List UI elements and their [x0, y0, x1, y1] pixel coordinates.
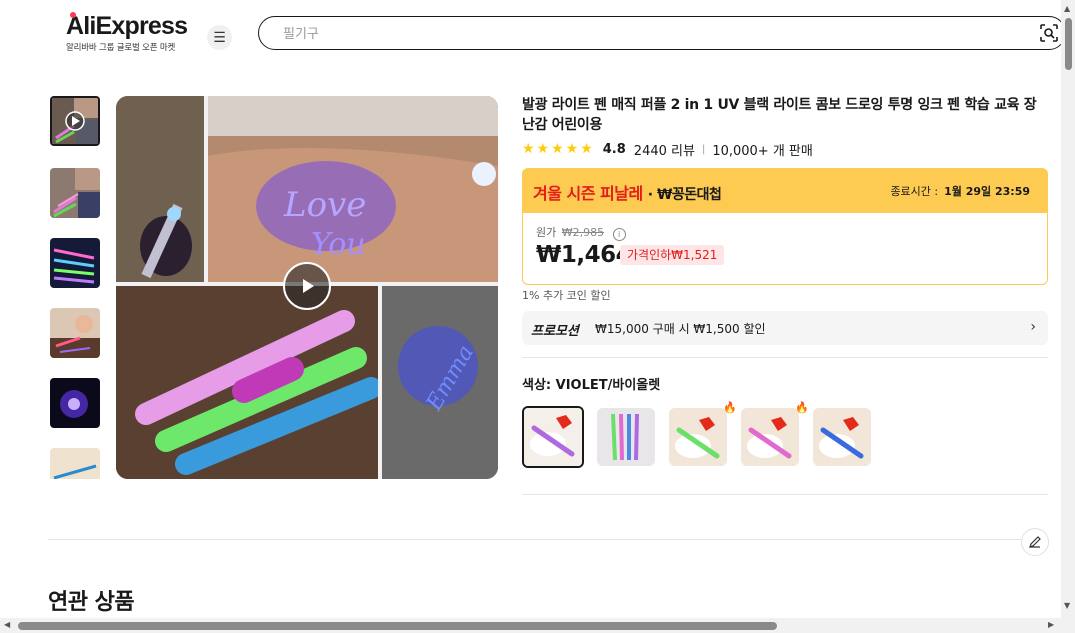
- star-rating: ★★★★★: [522, 141, 595, 157]
- you-text: You: [311, 227, 366, 262]
- color-swatch-set[interactable]: [597, 408, 655, 466]
- pencil-icon: [1029, 536, 1041, 548]
- love-text: Love: [283, 185, 366, 225]
- thumbnail-5[interactable]: [50, 378, 100, 428]
- price-box: 원가 ₩2,985 i ₩1,464 가격인하₩1,521: [522, 213, 1048, 285]
- color-swatch-blue[interactable]: [813, 408, 871, 466]
- related-products-title: 연관 상품: [48, 590, 135, 615]
- original-price: ₩2,985: [561, 226, 605, 239]
- vertical-scrollbar[interactable]: ▲ ▼: [1061, 0, 1075, 633]
- sale-subtitle: · ₩꽁돈대첩: [647, 187, 722, 203]
- logo-dot: [70, 12, 76, 18]
- thumbnail-video[interactable]: [50, 96, 100, 146]
- sale-title: 겨울 시즌 피날레: [533, 184, 643, 203]
- thumbnail-3[interactable]: [50, 238, 100, 288]
- video-play-button[interactable]: [283, 262, 331, 310]
- menu-button[interactable]: ☰: [207, 25, 232, 50]
- sale-banner: 겨울 시즌 피날레 · ₩꽁돈대첩 종료시간 : 1월 29일 23:59: [522, 168, 1048, 213]
- review-count[interactable]: 2440 리뷰: [634, 140, 695, 159]
- rating-score: 4.8: [602, 141, 626, 157]
- scroll-left-icon[interactable]: ◀: [4, 620, 10, 629]
- image-search-icon[interactable]: [1039, 23, 1059, 43]
- info-icon[interactable]: i: [612, 228, 626, 241]
- play-icon: [303, 279, 314, 293]
- rating-row: ★★★★★ 4.8 2440 리뷰 | 10,000+ 개 판매: [522, 140, 813, 159]
- scroll-right-icon[interactable]: ▶: [1048, 620, 1054, 629]
- sale-end-label: 종료시간 :: [890, 185, 939, 198]
- product-title: 발광 라이트 펜 매직 퍼플 2 in 1 UV 블랙 라이트 콤보 드로잉 투…: [522, 97, 1037, 133]
- edit-button[interactable]: [1021, 528, 1049, 556]
- scroll-up-icon[interactable]: ▲: [1064, 4, 1070, 13]
- thumbnail-list: [48, 96, 102, 479]
- color-swatch-violet[interactable]: [522, 406, 584, 468]
- color-label: 색상: VIOLET/바이올렛: [522, 378, 661, 393]
- original-price-label: 원가: [536, 226, 557, 239]
- logo-text: AliExpress: [66, 12, 188, 40]
- color-swatch-green[interactable]: [669, 408, 727, 466]
- thumbnail-2[interactable]: [50, 168, 100, 218]
- promotion-label: 프로모션: [531, 324, 579, 339]
- divider: [522, 494, 1048, 495]
- sold-count: 10,000+ 개 판매: [712, 143, 813, 159]
- sale-end-time: 1월 29일 23:59: [944, 185, 1030, 198]
- logo-subtitle: 알리바바 그룹 글로벌 오픈 마켓: [66, 43, 176, 53]
- promotion-row[interactable]: 프로모션 ₩15,000 구매 시 ₩1,500 할인 ›: [522, 311, 1048, 345]
- divider: [48, 539, 1048, 540]
- scroll-down-icon[interactable]: ▼: [1064, 601, 1070, 610]
- fire-icon: 🔥: [723, 401, 737, 414]
- color-swatch-pink[interactable]: [741, 408, 799, 466]
- scrollbar-thumb[interactable]: [1065, 18, 1072, 70]
- chevron-right-icon: ›: [1030, 319, 1036, 335]
- horizontal-scrollbar[interactable]: ◀ ▶: [0, 618, 1061, 633]
- coin-discount-text: 1% 추가 코인 할인: [522, 289, 611, 302]
- search-bar[interactable]: [258, 16, 1066, 50]
- aliexpress-logo[interactable]: AliExpress 알리바바 그룹 글로벌 오픈 마켓: [66, 12, 188, 53]
- thumbnail-6[interactable]: [50, 448, 100, 479]
- current-price: ₩1,464: [536, 242, 632, 268]
- scrollbar-thumb[interactable]: [18, 622, 777, 630]
- divider: [522, 357, 1048, 358]
- menu-icon: ☰: [213, 29, 226, 46]
- thumbnail-4[interactable]: [50, 308, 100, 358]
- fire-icon: 🔥: [795, 401, 809, 414]
- search-input[interactable]: [281, 23, 1005, 45]
- discount-badge: 가격인하₩1,521: [620, 245, 725, 265]
- divider: |: [701, 143, 706, 155]
- promotion-text: ₩15,000 구매 시 ₩1,500 할인: [595, 322, 766, 336]
